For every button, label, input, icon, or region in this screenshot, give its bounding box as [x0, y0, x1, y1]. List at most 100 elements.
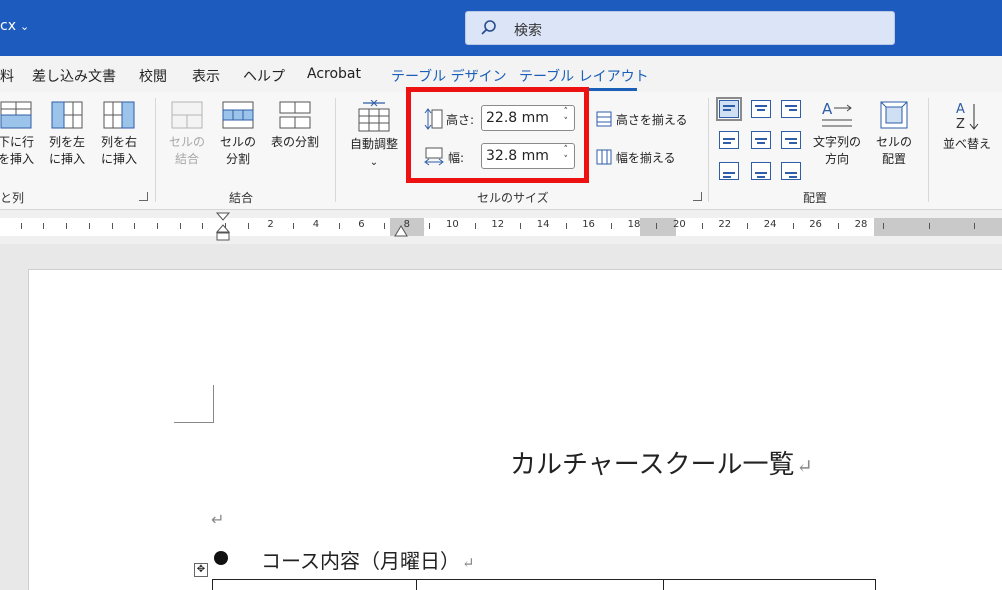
split-cells-line2: 分割	[225, 152, 250, 166]
tab-acrobat[interactable]: Acrobat	[307, 66, 361, 82]
alignment-grid	[716, 97, 803, 188]
ruler-tick	[974, 223, 976, 229]
horizontal-ruler[interactable]: 2 4 6 8 10 12 14 16 18 20 22 24 26 28	[0, 210, 1002, 244]
document-name-button[interactable]: cx ⌄	[0, 18, 29, 34]
align-center-left-button[interactable]	[719, 131, 739, 149]
align-center-button[interactable]	[751, 131, 771, 149]
autofit-button[interactable]: 自動調整 ⌄	[344, 100, 404, 171]
ruler-number: 18	[627, 219, 641, 230]
split-table-icon	[279, 101, 311, 129]
ruler-tick	[883, 223, 885, 229]
dialog-launcher-icon[interactable]	[139, 192, 148, 201]
insert-column-right-icon	[103, 101, 135, 129]
ruler-number: 28	[854, 219, 868, 230]
align-top-left-button[interactable]	[716, 97, 742, 121]
merge-group-label: 結合	[229, 191, 254, 205]
ruler-tick	[134, 223, 136, 229]
table-move-handle-icon[interactable]: ✥	[194, 563, 208, 577]
ruler-tick	[656, 223, 658, 229]
distribute-columns-icon	[596, 149, 612, 165]
ruler-number: 14	[536, 219, 550, 230]
tab-help[interactable]: ヘルプ	[243, 66, 285, 86]
cell-margins-button[interactable]: セルの 配置	[870, 100, 918, 168]
tab-review[interactable]: 校閲	[139, 66, 167, 86]
sort-label: 並べ替え	[942, 137, 991, 151]
distribute-columns-button[interactable]: 幅を揃える	[596, 149, 675, 166]
cell-size-group-label: セルのサイズ	[477, 191, 549, 205]
document-title[interactable]: カルチャースクール一覧 ↵	[510, 444, 813, 481]
ruler-tick	[202, 223, 204, 229]
ruler-tick	[179, 223, 181, 229]
dialog-launcher-icon[interactable]	[693, 192, 702, 201]
svg-text:A: A	[822, 100, 833, 118]
text-direction-icon: A	[822, 100, 852, 127]
document-page[interactable]	[28, 269, 1002, 590]
search-icon	[481, 20, 496, 35]
align-bottom-center-button[interactable]	[751, 162, 771, 180]
table-column-border[interactable]	[416, 579, 417, 590]
align-bottom-right-button[interactable]	[781, 162, 801, 180]
rows-columns-group-label: と列	[0, 191, 25, 205]
insert-column-right-button[interactable]: 列を右 に挿入	[97, 100, 141, 168]
insert-column-left-icon	[51, 101, 83, 129]
split-table-button[interactable]: 表の分割	[266, 100, 324, 151]
tab-table-design[interactable]: テーブル デザイン	[391, 66, 507, 86]
insert-row-below-line1: 下に行	[0, 135, 34, 149]
ruler-tick	[429, 223, 431, 229]
empty-paragraph-mark[interactable]: ↵	[211, 510, 224, 529]
ruler-margin	[874, 218, 1002, 236]
ruler-tick	[520, 223, 522, 229]
merge-cells-button[interactable]: セルの 結合	[164, 100, 210, 168]
svg-text:A: A	[956, 102, 965, 117]
insert-column-left-line1: 列を左	[48, 135, 85, 149]
bullet-icon	[214, 551, 228, 565]
indent-marker-icon[interactable]	[216, 212, 230, 242]
insert-column-right-line2: に挿入	[100, 152, 137, 166]
merge-cells-line2: 結合	[174, 152, 199, 166]
sort-button[interactable]: A Z 並べ替え	[938, 100, 996, 153]
align-top-right-button[interactable]	[781, 100, 801, 118]
ruler-tick	[156, 223, 158, 229]
align-bottom-left-button[interactable]	[719, 162, 739, 180]
align-top-center-button[interactable]	[751, 100, 771, 118]
ruler-number: 26	[809, 219, 822, 230]
ruler-tick	[293, 223, 295, 229]
ruler-column-marker	[640, 218, 676, 236]
ruler-number: 24	[763, 219, 777, 230]
insert-row-below-button[interactable]: 下に行 を挿入	[0, 100, 38, 168]
tab-mailings[interactable]: 差し込み文書	[32, 66, 116, 86]
ruler-tick	[43, 223, 45, 229]
tab-table-layout[interactable]: テーブル レイアウト	[519, 66, 649, 86]
ruler-tick	[837, 223, 839, 229]
table-column-marker-icon[interactable]	[394, 224, 408, 238]
paragraph-mark: ↵	[462, 554, 475, 572]
ruler-number: 16	[582, 219, 595, 230]
insert-column-right-line1: 列を右	[100, 135, 137, 149]
course-heading[interactable]: コース内容（月曜日） ↵	[261, 545, 475, 574]
chevron-down-icon: ⌄	[19, 20, 30, 33]
highlight-box	[406, 87, 589, 183]
table[interactable]	[212, 579, 876, 590]
document-area	[0, 244, 1002, 590]
paragraph-mark: ↵	[796, 455, 813, 478]
split-cells-button[interactable]: セルの 分割	[215, 100, 261, 168]
ruler-tick	[383, 223, 385, 229]
search-box[interactable]: 検索	[465, 11, 895, 45]
ruler-number: 2	[267, 219, 274, 230]
sort-icon: A Z	[956, 102, 979, 132]
insert-column-left-button[interactable]: 列を左 に挿入	[45, 100, 89, 168]
tab-view[interactable]: 表示	[192, 66, 220, 86]
ruler-tick	[247, 223, 249, 229]
ruler-tick	[747, 223, 749, 229]
align-center-right-button[interactable]	[781, 131, 801, 149]
tab-references[interactable]: 料	[0, 66, 14, 86]
document-name: cx	[0, 18, 16, 34]
merge-cells-line1: セルの	[168, 135, 205, 149]
text-direction-button[interactable]: A 文字列の 方向	[808, 100, 866, 168]
split-table-label: 表の分割	[270, 135, 319, 149]
distribute-rows-label: 高さを揃える	[615, 113, 688, 127]
ruler-tick	[20, 223, 22, 229]
distribute-rows-button[interactable]: 高さを揃える	[596, 111, 687, 128]
table-column-border[interactable]	[663, 579, 664, 590]
ruler-tick	[792, 223, 794, 229]
